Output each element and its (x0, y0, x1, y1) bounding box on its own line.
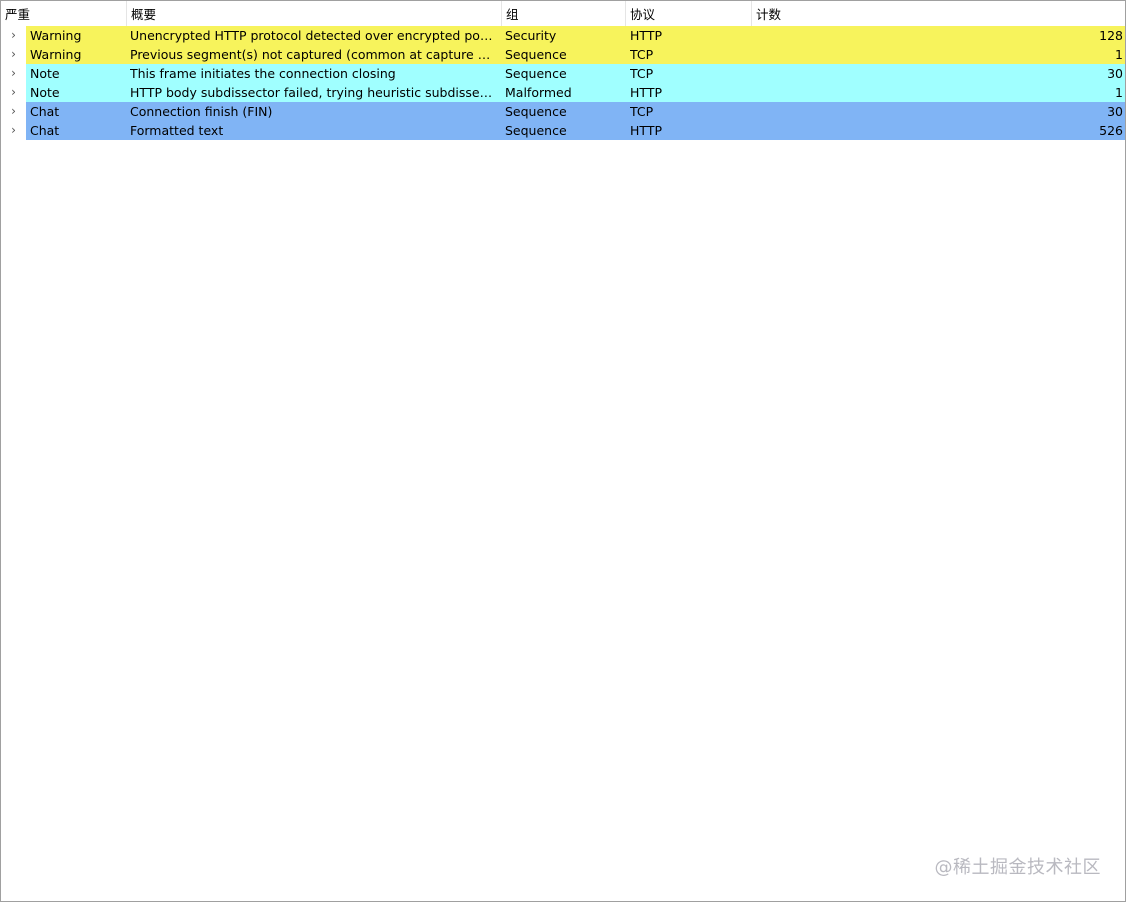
cell-severity: Warning (30, 47, 82, 62)
tree-row[interactable]: › Note This frame initiates the connection… (1, 64, 1125, 83)
column-label-count: 计数 (756, 7, 782, 22)
column-label-severity: 严重 (5, 7, 31, 22)
column-header-summary[interactable]: 概要 (127, 1, 502, 26)
cell-protocol: HTTP (630, 85, 662, 100)
cell-protocol: TCP (630, 47, 654, 62)
cell-summary: Previous segment(s) not captured (common… (130, 47, 494, 62)
chevron-right-icon[interactable]: › (1, 26, 26, 45)
cell-count: 30 (1107, 104, 1123, 119)
cell-group: Sequence (505, 47, 567, 62)
cell-severity: Warning (30, 28, 82, 43)
cell-count: 128 (1099, 28, 1123, 43)
chevron-right-icon[interactable]: › (1, 102, 26, 121)
cell-count: 526 (1099, 123, 1123, 138)
watermark: @稀土掘金技术社区 (934, 857, 1101, 878)
column-header-group[interactable]: 组 (502, 1, 626, 26)
cell-protocol: HTTP (630, 28, 662, 43)
tree-row[interactable]: › Warning Previous segment(s) not captured… (1, 45, 1125, 64)
column-header: 严重 ﹀ 概要 组 协议 计数 (1, 1, 1125, 27)
column-label-group: 组 (506, 7, 519, 22)
cell-protocol: TCP (630, 104, 654, 119)
cell-group: Sequence (505, 104, 567, 119)
column-label-summary: 概要 (131, 7, 157, 22)
expert-info-panel: 严重 ﹀ 概要 组 协议 计数 › Warning Unencrypted HTTP… (0, 0, 1126, 902)
cell-group: Sequence (505, 66, 567, 81)
column-header-severity[interactable]: 严重 ﹀ (1, 1, 127, 26)
cell-summary: Formatted text (130, 123, 224, 138)
cell-count: 1 (1115, 85, 1123, 100)
column-header-protocol[interactable]: 协议 (626, 1, 752, 26)
cell-count: 1 (1115, 47, 1123, 62)
sort-descending-icon: ﹀ (56, 1, 71, 8)
cell-protocol: HTTP (630, 123, 662, 138)
tree-row[interactable]: › Warning Unencrypted HTTP protocol detect… (1, 26, 1125, 45)
cell-severity: Note (30, 85, 60, 100)
column-label-protocol: 协议 (630, 7, 656, 22)
cell-summary: Connection finish (FIN) (130, 104, 273, 119)
cell-severity: Chat (30, 104, 60, 119)
cell-severity: Chat (30, 123, 60, 138)
chevron-right-icon[interactable]: › (1, 45, 26, 64)
column-header-count[interactable]: 计数 (752, 1, 1125, 26)
cell-group: Sequence (505, 123, 567, 138)
cell-group: Malformed (505, 85, 572, 100)
cell-protocol: TCP (630, 66, 654, 81)
cell-severity: Note (30, 66, 60, 81)
cell-summary: This frame initiates the connection clos… (130, 66, 396, 81)
cell-summary: Unencrypted HTTP protocol detected over … (130, 28, 494, 43)
chevron-right-icon[interactable]: › (1, 83, 26, 102)
tree-row[interactable]: › Note HTTP body subdissector failed, tryi… (1, 83, 1125, 102)
tree-row[interactable]: › Chat Connection finish (FIN) Sequence TCP 3… (1, 102, 1125, 121)
cell-group: Security (505, 28, 557, 43)
chevron-right-icon[interactable]: › (1, 121, 26, 140)
tree-row[interactable]: › Chat Formatted text Sequence HTTP 526 (1, 121, 1125, 140)
cell-count: 30 (1107, 66, 1123, 81)
chevron-right-icon[interactable]: › (1, 64, 26, 83)
cell-summary: HTTP body subdissector failed, trying he… (130, 85, 494, 100)
